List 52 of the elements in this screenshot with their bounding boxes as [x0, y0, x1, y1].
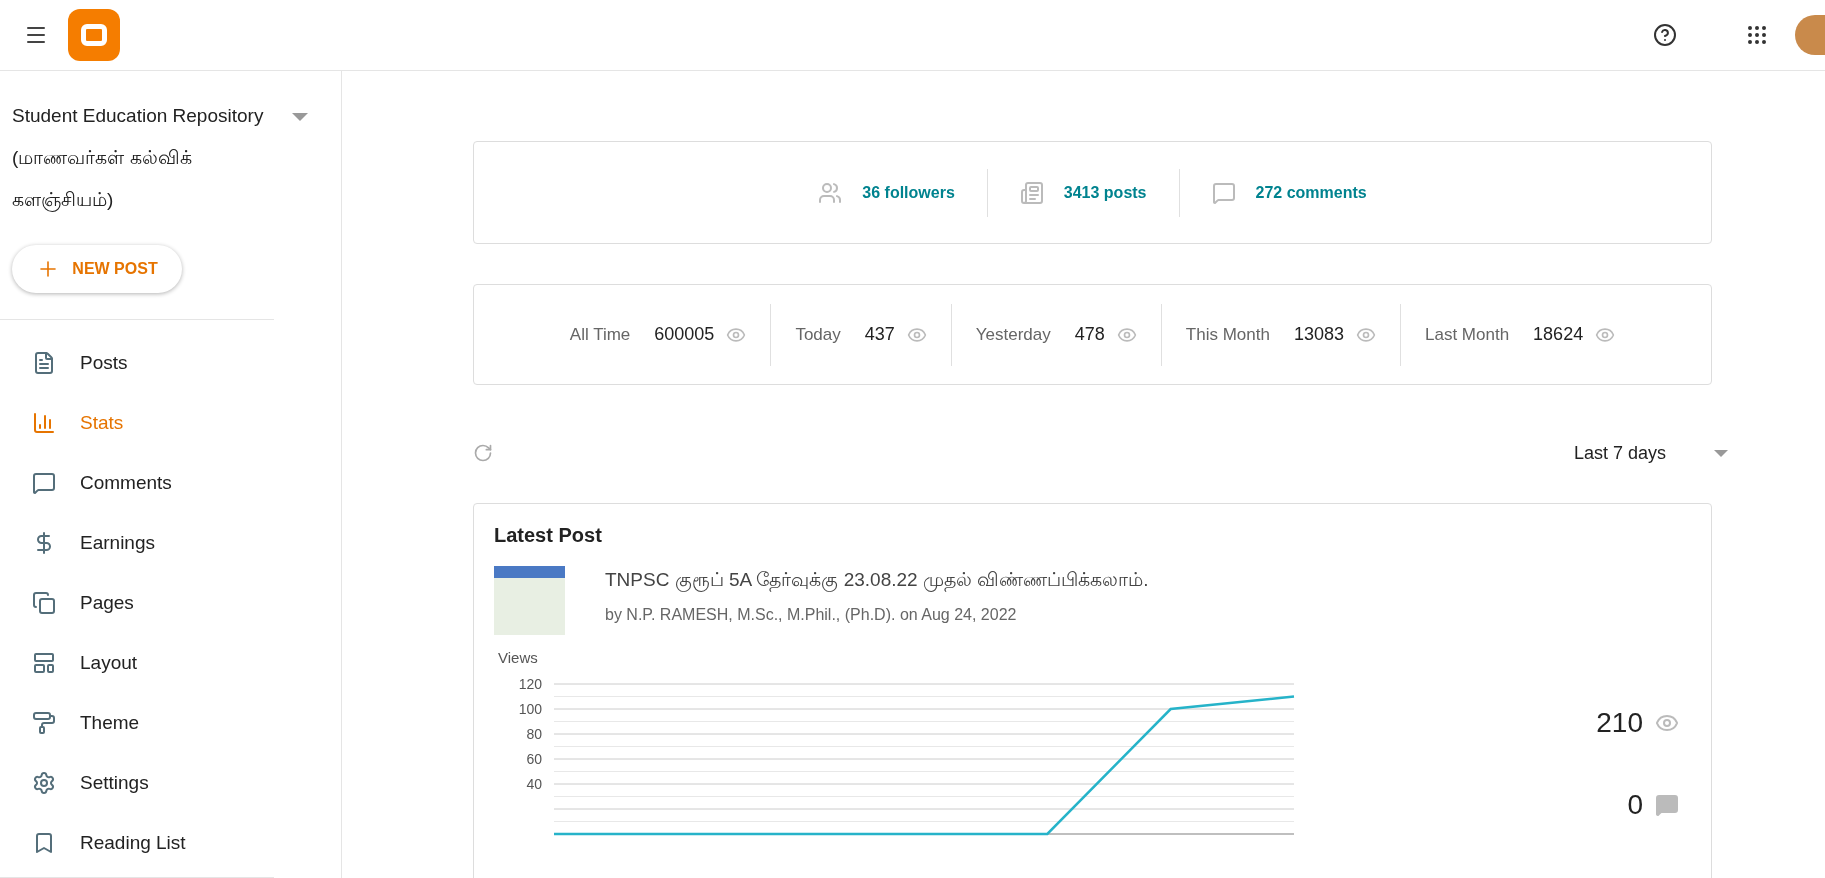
post-title[interactable]: TNPSC குரூப் 5A தேர்வுக்கு 23.08.22 முதல் விண்ணப்பிக்கலாம். — [605, 566, 1149, 595]
card-heading: Latest Post — [494, 523, 603, 548]
pages-icon — [32, 591, 56, 615]
period-label: Today — [795, 323, 841, 346]
axis-label: Views — [498, 648, 539, 668]
view-count: 478 — [1074, 323, 1105, 346]
stat-link[interactable]: 36 followers — [862, 180, 955, 205]
thumbnail-placeholder[interactable] — [494, 566, 565, 635]
document-icon — [32, 351, 56, 375]
view-count: 600005 — [654, 323, 715, 346]
range-dropdown[interactable]: Last 7 days — [1573, 439, 1728, 467]
tick-label: 100 — [518, 700, 542, 717]
view-count: 437 — [864, 323, 895, 346]
nav-item[interactable]: Earnings — [0, 513, 341, 573]
total-comments: 0 — [1627, 788, 1643, 822]
post-byline: by N.P. RAMESH, M.Sc., M.Phil., (Ph.D). on Aug 24, 2022 — [605, 604, 1018, 625]
nav-item[interactable]: Comments — [0, 453, 341, 513]
blog-title[interactable]: Student Education Repository (மாணவர்கள் கல்விக் களஞ்சியம்) — [12, 95, 292, 221]
dropdown-caret-icon[interactable] — [292, 113, 308, 121]
period-label: Yesterday — [975, 323, 1051, 346]
speech-bubble-icon — [1655, 793, 1679, 817]
layout-icon — [32, 651, 56, 675]
avatar[interactable] — [1795, 15, 1825, 55]
speech-bubble-icon — [32, 471, 56, 495]
nav-item[interactable]: Posts — [0, 333, 341, 393]
people-icon — [818, 180, 843, 205]
period-label: All Time — [569, 323, 631, 346]
nav-item[interactable]: Pages — [0, 573, 341, 633]
view-count: 13083 — [1293, 323, 1344, 346]
paint-roller-icon — [32, 711, 56, 735]
tick-label: 80 — [526, 725, 542, 742]
period-label: Last Month — [1425, 323, 1510, 346]
nav-item[interactable]: Settings — [0, 753, 341, 813]
nav-item[interactable]: Layout — [0, 633, 341, 693]
apps-grid-icon[interactable] — [1745, 23, 1769, 47]
stat-link[interactable]: 272 comments — [1255, 180, 1367, 205]
bar-chart-icon — [32, 411, 56, 435]
help-icon[interactable] — [1653, 23, 1677, 47]
speech-bubble-icon — [1211, 180, 1236, 205]
total-views: 210 — [1596, 706, 1643, 740]
view-count: 18624 — [1533, 323, 1584, 346]
refresh-icon[interactable] — [473, 443, 493, 463]
settings-icon — [32, 771, 56, 795]
newspaper-icon — [1019, 180, 1044, 205]
tick-label: 60 — [526, 750, 542, 767]
nav-item[interactable]: Theme — [0, 693, 341, 753]
tick-label: 120 — [518, 675, 542, 692]
period-label: This Month — [1185, 323, 1270, 346]
tick-label: 40 — [526, 775, 542, 792]
stat-link[interactable]: 3413 posts — [1063, 180, 1147, 205]
logo-icon[interactable] — [68, 9, 120, 61]
nav-item[interactable]: Reading List — [0, 813, 341, 873]
